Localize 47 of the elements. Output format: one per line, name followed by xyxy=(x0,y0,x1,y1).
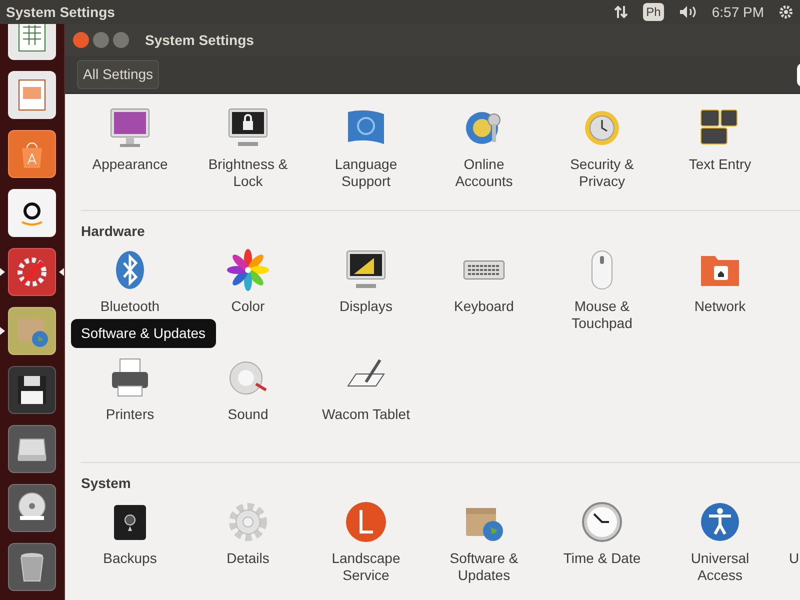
settings-label[interactable]: Time & Date xyxy=(552,550,652,567)
minimize-button[interactable] xyxy=(93,32,109,48)
spreadsheet-icon[interactable] xyxy=(8,24,56,60)
close-button[interactable] xyxy=(73,32,89,48)
flower-icon xyxy=(226,248,270,292)
settings-label[interactable]: Brightness & Lock xyxy=(198,156,298,190)
settings-label[interactable]: Color xyxy=(198,298,298,315)
gear-icon[interactable] xyxy=(778,4,794,20)
presentation-icon[interactable] xyxy=(8,71,56,119)
volume-icon[interactable] xyxy=(678,4,698,20)
gear-icon xyxy=(226,500,270,544)
settings-label[interactable]: Text Entry xyxy=(670,156,770,173)
hard-drive-icon[interactable] xyxy=(8,425,56,473)
settings-label[interactable]: Software & Updates xyxy=(434,550,534,584)
settings-label[interactable]: Online Accounts xyxy=(434,156,534,190)
section-heading: System xyxy=(81,474,132,493)
settings-label[interactable]: Mouse & Touchpad xyxy=(552,298,652,332)
settings-label[interactable]: Displays xyxy=(316,298,416,315)
monitor-icon xyxy=(108,106,152,150)
maximize-button[interactable] xyxy=(113,32,129,48)
app-title: System Settings xyxy=(6,2,115,22)
letter-circle-icon xyxy=(344,500,388,544)
settings-label[interactable]: Universal Access xyxy=(670,550,770,584)
clock-text[interactable]: 6:57 PM xyxy=(712,2,764,22)
settings-label[interactable]: Printers xyxy=(80,406,180,423)
settings-label[interactable]: Network xyxy=(670,298,770,315)
person-circle-icon xyxy=(698,500,742,544)
settings-label[interactable]: Wacom Tablet xyxy=(316,406,416,423)
trash-icon[interactable] xyxy=(8,543,56,591)
keyboard-layout-indicator[interactable]: Ph xyxy=(643,3,664,21)
section-heading: Hardware xyxy=(81,222,146,241)
settings-label[interactable]: Landscape Service xyxy=(316,550,416,584)
tooltip: Software & Updates xyxy=(71,319,216,348)
settings-label[interactable]: Language Support xyxy=(316,156,416,190)
network-arrows-icon[interactable] xyxy=(613,4,630,20)
settings-label[interactable]: Backups xyxy=(80,550,180,567)
settings-label[interactable]: Keyboard xyxy=(434,298,534,315)
settings-label[interactable]: Details xyxy=(198,550,298,567)
settings-label[interactable]: Security & Privacy xyxy=(552,156,652,190)
settings-label[interactable]: U xyxy=(789,550,800,567)
settings-label[interactable]: Sound xyxy=(198,406,298,423)
settings-label[interactable]: Bluetooth xyxy=(80,298,180,315)
clock-icon xyxy=(580,500,624,544)
window-title: System Settings xyxy=(145,30,254,50)
letter-smile-icon[interactable] xyxy=(8,189,56,237)
settings-label[interactable]: Appearance xyxy=(80,156,180,173)
all-settings-button[interactable]: All Settings xyxy=(77,60,160,89)
